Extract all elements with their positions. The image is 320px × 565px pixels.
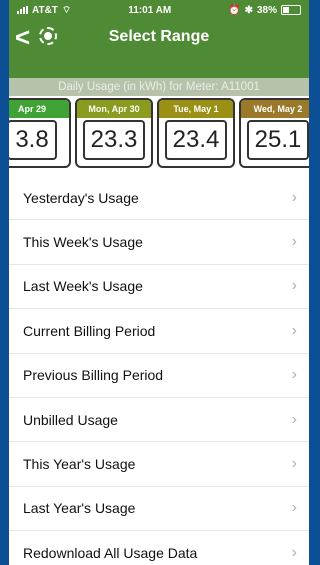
phone-screen: AT&T ⌔ 11:01 AM ⏰ ✱ 38% < Select Range D… [9, 0, 309, 565]
usage-card[interactable]: Wed, May 2 25.1 [239, 98, 309, 168]
wifi-icon: ⌔ [61, 4, 72, 16]
carrier-label: AT&T [32, 4, 58, 16]
card-value: 23.4 [164, 120, 228, 160]
bluetooth-icon: ✱ [244, 4, 253, 16]
list-item-label: Last Year's Usage [23, 500, 136, 517]
list-item-label: Redownload All Usage Data [23, 544, 198, 561]
list-item-this-week-usage[interactable]: This Week's Usage › [9, 220, 309, 265]
battery-percent: 38% [256, 4, 277, 16]
chevron-right-icon: › [291, 188, 297, 206]
range-list: Yesterday's Usage › This Week's Usage › … [9, 176, 309, 565]
list-item-redownload-usage-data[interactable]: Redownload All Usage Data › [9, 531, 309, 565]
chevron-right-icon: › [291, 499, 297, 517]
list-item-last-year-usage[interactable]: Last Year's Usage › [9, 487, 309, 532]
list-item-current-billing-period[interactable]: Current Billing Period › [9, 309, 309, 354]
usage-card[interactable]: Apr 29 3.8 [9, 98, 71, 168]
usage-cards: Apr 29 3.8 Mon, Apr 30 23.3 Tue, May 1 2… [9, 96, 309, 174]
usage-card[interactable]: Tue, May 1 23.4 [157, 98, 235, 168]
battery-icon [280, 5, 301, 15]
list-item-yesterday-usage[interactable]: Yesterday's Usage › [9, 176, 309, 221]
back-icon: < [15, 22, 31, 52]
card-date: Apr 29 [9, 100, 69, 118]
back-button[interactable]: < [15, 24, 30, 50]
card-value-wrap: 25.1 [241, 118, 309, 162]
status-bar: AT&T ⌔ 11:01 AM ⏰ ✱ 38% [9, 0, 309, 20]
time-label: 11:01 AM [128, 4, 172, 16]
status-left: AT&T ⌔ [17, 4, 71, 17]
chevron-right-icon: › [291, 277, 297, 295]
chevron-right-icon: › [291, 233, 297, 251]
meter-bar: Daily Usage (in kWh) for Meter: A11001 [9, 78, 309, 96]
list-item-unbilled-usage[interactable]: Unbilled Usage › [9, 398, 309, 443]
chevron-right-icon: › [291, 543, 297, 561]
card-value-wrap: 23.3 [77, 118, 151, 162]
nav-bar: < Select Range [9, 20, 309, 54]
list-item-label: Last Week's Usage [23, 278, 143, 295]
card-value: 23.3 [82, 120, 146, 160]
chevron-right-icon: › [291, 410, 297, 428]
sun-icon [39, 27, 57, 45]
signal-icon [17, 6, 28, 14]
top-bar: AT&T ⌔ 11:01 AM ⏰ ✱ 38% < Select Range [9, 0, 309, 78]
card-value: 25.1 [246, 120, 309, 160]
list-item-this-year-usage[interactable]: This Year's Usage › [9, 442, 309, 487]
list-item-label: Previous Billing Period [23, 367, 164, 384]
card-value-wrap: 3.8 [9, 118, 69, 162]
card-date: Tue, May 1 [159, 100, 233, 118]
card-value: 3.8 [9, 120, 57, 160]
list-item-last-week-usage[interactable]: Last Week's Usage › [9, 265, 309, 310]
chevron-right-icon: › [291, 455, 297, 473]
list-item-label: Current Billing Period [23, 322, 156, 339]
usage-card[interactable]: Mon, Apr 30 23.3 [75, 98, 153, 168]
chevron-right-icon: › [291, 366, 297, 384]
list-item-label: This Year's Usage [23, 456, 136, 473]
list-item-previous-billing-period[interactable]: Previous Billing Period › [9, 354, 309, 398]
chevron-right-icon: › [291, 321, 297, 339]
status-right: ⏰ ✱ 38% [228, 5, 301, 16]
list-item-label: This Week's Usage [23, 234, 143, 251]
list-item-label: Unbilled Usage [23, 411, 118, 428]
card-value-wrap: 23.4 [159, 118, 233, 162]
list-item-label: Yesterday's Usage [23, 189, 139, 206]
card-date: Mon, Apr 30 [77, 100, 151, 118]
alarm-icon: ⏰ [228, 4, 241, 16]
card-date: Wed, May 2 [241, 100, 309, 118]
